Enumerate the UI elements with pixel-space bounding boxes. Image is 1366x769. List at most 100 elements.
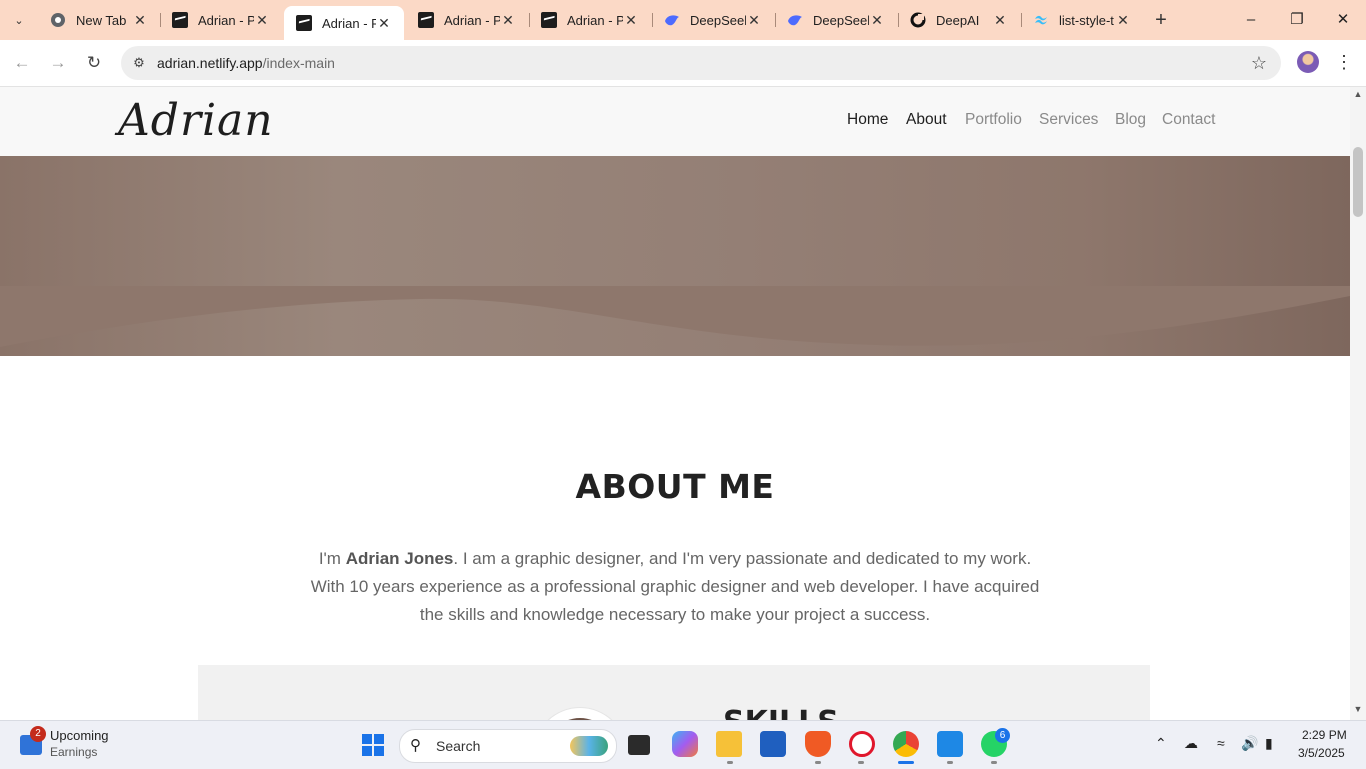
tray-chevron-icon[interactable]: ⌃: [1155, 735, 1167, 752]
adrian-favicon-icon: [418, 12, 434, 28]
tab-title: Adrian - P: [198, 12, 254, 28]
tab-adrian-3[interactable]: Adrian - P ✕: [406, 6, 528, 34]
tab-deepseek-1[interactable]: DeepSeek ✕: [652, 6, 774, 34]
file-explorer-icon[interactable]: [716, 731, 742, 757]
battery-icon[interactable]: ▮: [1265, 735, 1273, 752]
clock-time[interactable]: 2:29 PM: [1302, 728, 1347, 742]
app-running-indicator: [947, 761, 953, 764]
tab-search-chevron-icon[interactable]: ⌄: [7, 8, 31, 32]
widget-title[interactable]: Upcoming: [50, 728, 109, 743]
about-heading: ABOUT ME: [575, 467, 775, 506]
minimize-icon[interactable]: –: [1239, 8, 1263, 32]
new-tab-plus-icon[interactable]: +: [1150, 9, 1172, 31]
nav-about[interactable]: About: [906, 111, 947, 129]
deepseek-icon: [664, 12, 680, 28]
browser-menu-icon[interactable]: ⋮: [1334, 50, 1354, 74]
close-icon[interactable]: ✕: [1115, 12, 1131, 28]
tab-title: DeepSeek: [813, 12, 869, 28]
tab-adrian-1[interactable]: Adrian - P ✕: [160, 6, 282, 34]
tab-deepseek-2[interactable]: DeepSeek ✕: [775, 6, 897, 34]
tab-adrian-4[interactable]: Adrian - P ✕: [529, 6, 651, 34]
close-icon[interactable]: ✕: [500, 12, 516, 28]
app-running-indicator: [815, 761, 821, 764]
widget-badge: 2: [30, 726, 46, 742]
about-paragraph: I'm Adrian Jones. I am a graphic designe…: [300, 545, 1050, 629]
task-view-icon[interactable]: [628, 735, 650, 755]
close-icon[interactable]: ✕: [992, 12, 1008, 28]
about-intro-prefix: I'm: [318, 549, 346, 568]
adrian-favicon-icon: [541, 12, 557, 28]
microsoft-store-icon[interactable]: [760, 731, 786, 757]
profile-photo: [534, 708, 626, 720]
tab-deepai[interactable]: DeepAI ✕: [898, 6, 1020, 34]
nav-home[interactable]: Home: [847, 111, 888, 129]
close-icon[interactable]: ✕: [254, 12, 270, 28]
app-running-indicator: [858, 761, 864, 764]
chrome-taskbar-icon[interactable]: [893, 731, 919, 757]
tab-new-tab[interactable]: New Tab ✕: [38, 6, 160, 34]
scroll-down-arrow-icon[interactable]: ▼: [1350, 704, 1366, 716]
search-highlight-icon: [570, 736, 608, 756]
skills-heading: SKILLS: [723, 705, 839, 720]
bookmark-star-icon[interactable]: ☆: [1251, 53, 1267, 73]
page-scrollbar[interactable]: ▲ ▼: [1350, 87, 1366, 720]
skills-section: SKILLS: [198, 665, 1150, 720]
app-running-indicator: [727, 761, 733, 764]
adrian-favicon-icon: [172, 12, 188, 28]
clock-date[interactable]: 3/5/2025: [1298, 746, 1345, 760]
address-bar[interactable]: ⚙ adrian.netlify.app/index-main ☆: [121, 46, 1281, 80]
widget-subtitle: Earnings: [50, 745, 98, 759]
app-running-indicator: [991, 761, 997, 764]
tab-title: Adrian - P: [322, 15, 376, 31]
brave-browser-icon[interactable]: [805, 731, 831, 757]
profile-avatar-icon[interactable]: [1297, 51, 1319, 73]
about-name: Adrian Jones: [345, 549, 454, 568]
tab-title: Adrian - P: [444, 12, 500, 28]
whatsapp-badge: 6: [995, 728, 1010, 743]
close-icon[interactable]: ✕: [132, 12, 148, 28]
deepai-icon: [910, 12, 926, 28]
onedrive-cloud-icon[interactable]: ☁: [1184, 735, 1198, 752]
windows-taskbar: 2 Upcoming Earnings ⚲ Search 6 ⌃ ☁ ≈ 🔊 ▮…: [0, 720, 1366, 769]
tab-title: DeepAI: [936, 12, 980, 28]
close-icon[interactable]: ✕: [869, 12, 885, 28]
tab-strip: ⌄ New Tab ✕ Adrian - P ✕ Adrian - P ✕ Ad…: [0, 0, 1366, 40]
scrollbar-thumb[interactable]: [1353, 147, 1363, 217]
search-icon: ⚲: [410, 737, 421, 754]
nav-contact[interactable]: Contact: [1162, 111, 1215, 129]
url-path: /index-main: [262, 55, 335, 71]
tab-list-style[interactable]: list-style-t ✕: [1021, 6, 1143, 34]
reload-icon[interactable]: ↻: [82, 51, 106, 75]
app-active-indicator: [898, 761, 914, 764]
window-close-icon[interactable]: ✕: [1331, 8, 1355, 32]
hero-wave-divider: [0, 286, 1350, 347]
volume-icon[interactable]: 🔊: [1241, 735, 1258, 752]
close-icon[interactable]: ✕: [623, 12, 639, 28]
url-domain: adrian.netlify.app: [157, 55, 263, 71]
tab-title: list-style-t: [1059, 12, 1114, 28]
nav-portfolio[interactable]: Portfolio: [965, 111, 1022, 129]
taskbar-search-box[interactable]: ⚲ Search: [399, 729, 617, 763]
start-windows-icon[interactable]: [362, 734, 384, 756]
tab-title: DeepSeek: [690, 12, 746, 28]
close-icon[interactable]: ✕: [376, 15, 392, 31]
nav-services[interactable]: Services: [1039, 111, 1098, 129]
scroll-up-arrow-icon[interactable]: ▲: [1350, 89, 1366, 101]
site-info-icon[interactable]: ⚙: [129, 53, 149, 73]
forward-arrow-icon[interactable]: →: [46, 51, 70, 75]
copilot-icon[interactable]: [672, 731, 698, 757]
url-text[interactable]: adrian.netlify.app/index-main: [157, 55, 335, 71]
opera-browser-icon[interactable]: [849, 731, 875, 757]
page-viewport: Adrian Home About Portfolio Services Blo…: [0, 87, 1350, 720]
tab-adrian-active[interactable]: Adrian - P ✕: [284, 6, 404, 40]
back-arrow-icon[interactable]: ←: [10, 51, 34, 75]
wifi-icon[interactable]: ≈: [1217, 735, 1225, 751]
restore-icon[interactable]: ❐: [1285, 8, 1309, 32]
vscode-icon[interactable]: [937, 731, 963, 757]
site-logo[interactable]: Adrian: [118, 95, 274, 146]
chrome-icon: [50, 12, 66, 28]
tailwind-icon: [1033, 12, 1049, 28]
taskbar-search-placeholder: Search: [436, 738, 481, 754]
nav-blog[interactable]: Blog: [1115, 111, 1146, 129]
close-icon[interactable]: ✕: [746, 12, 762, 28]
